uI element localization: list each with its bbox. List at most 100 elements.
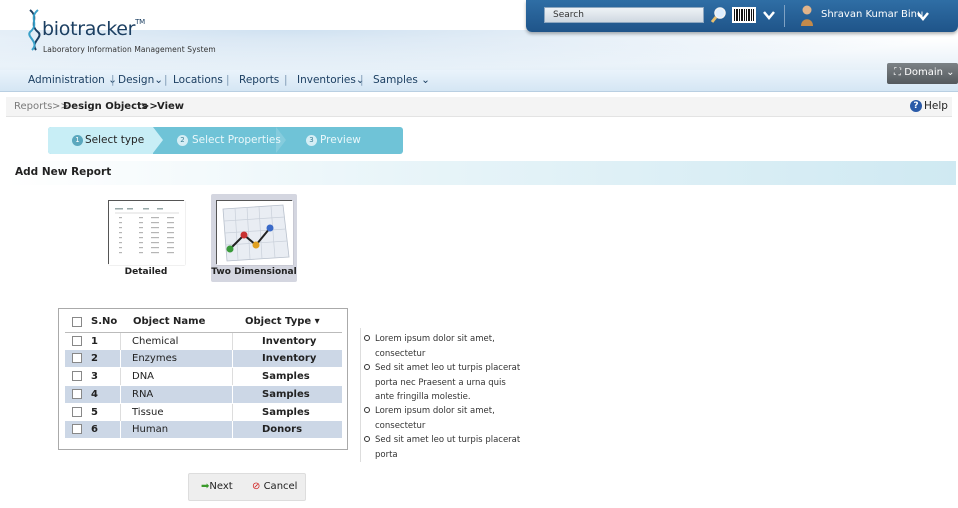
wizard-arrow — [153, 127, 163, 153]
cell-object-type: Inventory — [262, 336, 317, 347]
note-item: Sed sit amet leo ut turpis placerat port… — [364, 433, 525, 462]
table-row[interactable]: 1 Chemical Inventory — [65, 333, 342, 350]
bullet-icon — [364, 407, 370, 413]
row-checkbox[interactable] — [72, 353, 82, 363]
column-divider — [120, 350, 121, 367]
bullet-icon — [364, 335, 370, 341]
app-header: biotrackerTM Laboratory Information Mana… — [0, 0, 958, 70]
cell-object-name: Enzymes — [132, 353, 177, 364]
table-row[interactable]: 6 Human Donors — [65, 421, 342, 438]
wizard-steps: 1 Select type 2 Select Properties 3 Prev… — [48, 127, 403, 154]
next-button[interactable]: ➡Next — [201, 481, 233, 492]
section-header: Add New Report — [6, 161, 956, 185]
step-number: 1 — [72, 135, 83, 146]
user-name[interactable]: Shravan Kumar Binu — [821, 9, 923, 20]
nav-separator: | — [226, 74, 230, 86]
cell-object-name: Human — [132, 424, 169, 435]
nav-inventories[interactable]: Inventories⌄ — [297, 74, 365, 86]
domain-button[interactable]: ⛶ Domain ⌄ — [887, 63, 958, 84]
hierarchy-icon: ⛶ — [894, 67, 901, 78]
table-row[interactable]: 5 Tissue Samples — [65, 404, 342, 421]
select-all-checkbox[interactable] — [72, 317, 82, 327]
breadcrumb-current: View — [157, 101, 185, 112]
step-label: Select type — [85, 134, 145, 146]
cell-object-type: Samples — [262, 389, 310, 400]
bullet-icon — [364, 436, 370, 442]
table-row[interactable]: 2 Enzymes Inventory — [65, 350, 342, 367]
note-item: Sed sit amet leo ut turpis placerat port… — [364, 361, 525, 405]
app-subtitle: Laboratory Information Management System — [43, 45, 216, 54]
breadcrumb-separator: >> — [141, 101, 158, 112]
cancel-button[interactable]: ⊘ Cancel — [252, 481, 297, 492]
user-menu-chevron-icon[interactable] — [916, 9, 930, 23]
column-divider — [232, 333, 233, 350]
row-checkbox[interactable] — [72, 389, 82, 399]
cell-object-name: Chemical — [132, 336, 179, 347]
cell-sno: 2 — [91, 353, 98, 364]
object-table: S.No Object Name Object Type ▾ 1 Chemica… — [58, 308, 348, 450]
column-divider — [232, 386, 233, 403]
user-avatar-icon — [801, 5, 813, 26]
step-number: 3 — [306, 135, 317, 146]
column-header-sno[interactable]: S.No — [91, 316, 117, 327]
help-icon[interactable]: ? — [910, 100, 922, 112]
nav-separator: | — [164, 74, 168, 86]
nav-separator: | — [360, 74, 364, 86]
report-type-label: Detailed — [124, 267, 168, 277]
column-divider — [120, 333, 121, 350]
cell-sno: 1 — [91, 336, 98, 347]
sort-desc-icon: ▾ — [314, 316, 320, 327]
column-divider — [232, 421, 233, 438]
row-checkbox[interactable] — [72, 371, 82, 381]
breadcrumb-design-objects[interactable]: Design Objects — [63, 101, 148, 112]
topbar-divider — [784, 5, 785, 27]
top-bar: Search Shravan Kumar Binu — [526, 0, 958, 32]
cell-object-name: RNA — [132, 389, 154, 400]
app-logo[interactable]: biotrackerTM Laboratory Information Mana… — [26, 8, 266, 58]
column-divider — [120, 368, 121, 385]
nav-design[interactable]: Design⌄ — [118, 74, 163, 86]
barcode-icon[interactable] — [732, 7, 756, 23]
column-divider — [120, 386, 121, 403]
cell-object-type: Samples — [262, 407, 310, 418]
row-checkbox[interactable] — [72, 336, 82, 346]
help-notes: Lorem ipsum dolor sit amet, consectetur … — [360, 328, 530, 462]
main-nav: Administration ⌄ | Design⌄ | Locations |… — [0, 70, 958, 92]
logo-text: biotrackerTM — [42, 18, 145, 40]
column-divider — [120, 421, 121, 438]
nav-samples[interactable]: Samples ⌄ — [373, 74, 430, 86]
report-type-detailed[interactable]: Detailed — [103, 194, 189, 282]
action-bar: ➡Next ⊘ Cancel — [188, 473, 306, 501]
column-header-object-type[interactable]: Object Type ▾ — [245, 316, 320, 327]
cell-sno: 3 — [91, 371, 98, 382]
search-icon[interactable] — [710, 6, 728, 24]
column-divider — [232, 368, 233, 385]
section-title: Add New Report — [15, 166, 112, 178]
nav-separator: | — [111, 74, 115, 86]
search-input[interactable]: Search — [544, 7, 704, 23]
cell-sno: 5 — [91, 407, 98, 418]
table-row[interactable]: 3 DNA Samples — [65, 368, 342, 385]
note-item: Lorem ipsum dolor sit amet, consectetur — [364, 404, 525, 433]
chevron-down-icon[interactable] — [762, 8, 776, 22]
line-chart-icon — [216, 200, 293, 265]
cell-object-type: Inventory — [262, 353, 317, 364]
step-label: Preview — [320, 134, 361, 146]
column-divider — [232, 404, 233, 421]
row-checkbox[interactable] — [72, 407, 82, 417]
breadcrumb-root[interactable]: Reports — [14, 101, 52, 112]
nav-separator: | — [284, 74, 288, 86]
column-divider — [232, 350, 233, 367]
note-item: Lorem ipsum dolor sit amet, consectetur — [364, 332, 525, 361]
table-row[interactable]: 4 RNA Samples — [65, 386, 342, 403]
nav-reports[interactable]: Reports — [239, 74, 279, 86]
nav-locations[interactable]: Locations — [173, 74, 223, 86]
row-checkbox[interactable] — [72, 424, 82, 434]
nav-administration[interactable]: Administration ⌄ — [28, 74, 117, 86]
cell-object-type: Donors — [262, 424, 303, 435]
help-link[interactable]: Help — [924, 100, 948, 112]
column-header-object-name[interactable]: Object Name — [133, 316, 205, 327]
cell-object-name: DNA — [132, 371, 155, 382]
cell-object-name: Tissue — [132, 407, 164, 418]
report-type-two-dimensional[interactable]: Two Dimensional — [211, 194, 297, 282]
